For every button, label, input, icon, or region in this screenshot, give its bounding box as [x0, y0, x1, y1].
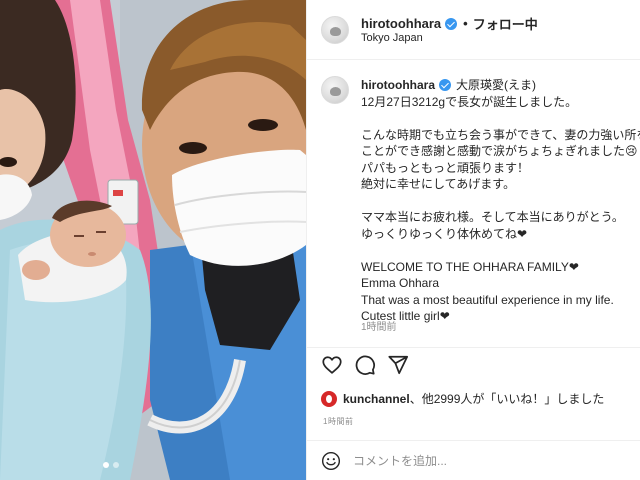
paper-plane-icon[interactable] — [387, 354, 409, 376]
comment-input[interactable] — [353, 451, 623, 471]
liker-username[interactable]: kunchannel — [343, 392, 410, 406]
post-side-panel: hirotoohhara • フォロー中 Tokyo Japan hirotoo… — [306, 0, 640, 480]
caption-time[interactable]: 1時間前 — [361, 318, 397, 333]
caption-body: hirotoohhara 大原瑛愛(えま) 12月27日3212gで長女が誕生し… — [361, 77, 640, 325]
carousel-dot[interactable] — [113, 462, 119, 468]
comment-bar — [307, 440, 640, 480]
smiley-face-icon[interactable] — [321, 451, 341, 471]
verified-badge-icon — [439, 79, 451, 92]
verified-badge-icon — [445, 17, 458, 30]
post-timestamp: 1時間前 — [323, 417, 354, 426]
caption-line: 12月27日3212gで長女が誕生しました。 — [361, 94, 578, 109]
caption-line: WELCOME TO THE OHHARA FAMILY❤ — [361, 259, 579, 274]
caption-gap — [361, 110, 640, 127]
header-separator: • — [463, 16, 468, 31]
selfie-with-newborn-image — [0, 0, 306, 480]
caption-line: That was a most beautiful experience in … — [361, 292, 614, 307]
caption-gap — [361, 242, 640, 259]
post-header: hirotoohhara • フォロー中 Tokyo Japan — [307, 0, 640, 60]
liker-avatar[interactable] — [321, 390, 337, 407]
caption-line: ことができ感謝と感動で涙がちょちょぎれました😢 — [361, 144, 638, 158]
carousel-indicator — [103, 462, 119, 468]
caption-gap — [361, 193, 640, 210]
caption-display-name: 大原瑛愛(えま) — [456, 78, 536, 92]
avatar[interactable] — [321, 16, 349, 44]
header-username[interactable]: hirotoohhara — [361, 16, 441, 31]
caption-line: パパもっともっと頑張ります！ — [361, 160, 530, 175]
caption-line: Cutest little girl❤ — [361, 309, 450, 323]
caption-line: こんな時期でも立ち会う事ができて、妻の力強い所を見る — [361, 127, 640, 142]
comment-bubble-icon[interactable] — [354, 354, 376, 376]
caption-header: hirotoohhara 大原瑛愛(えま) — [361, 77, 640, 94]
carousel-dot-active[interactable] — [103, 462, 109, 468]
likes-summary: kunchannel 、他2999人が「いいね！」しました — [321, 390, 604, 407]
caption-avatar[interactable] — [321, 76, 349, 104]
likes-text[interactable]: 、他2999人が「いいね！」しました — [410, 390, 605, 407]
location-link[interactable]: Tokyo Japan — [361, 32, 423, 44]
heart-outline-icon[interactable] — [321, 354, 343, 376]
caption-line: ママ本当にお疲れ様。そして本当にありがとう。 — [361, 210, 624, 224]
header-user-line: hirotoohhara • フォロー中 — [361, 14, 538, 33]
caption-line: Emma Ohhara — [361, 276, 440, 290]
caption-section: hirotoohhara 大原瑛愛(えま) 12月27日3212gで長女が誕生し… — [307, 60, 640, 348]
following-button[interactable]: フォロー中 — [473, 14, 538, 33]
action-bar — [307, 350, 640, 380]
post-photo[interactable] — [0, 0, 306, 480]
caption-line: 絶対に幸せにしてあげます。 — [361, 177, 516, 191]
caption-line: ゆっくりゆっくり体休めてね❤ — [361, 226, 528, 241]
caption-username[interactable]: hirotoohhara — [361, 77, 435, 94]
